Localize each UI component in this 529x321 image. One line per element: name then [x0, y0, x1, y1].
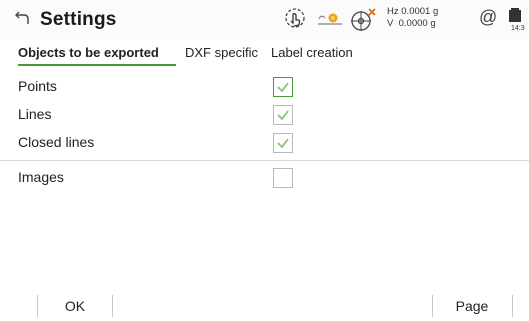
angle-readout: Hz 0.0001 g V 0.0000 g — [387, 6, 438, 30]
softkey-separator — [512, 295, 513, 317]
active-tab-indicator — [18, 64, 176, 66]
option-label-lines: Lines — [18, 106, 52, 122]
v-label: V — [387, 18, 394, 29]
tab-bar: Objects to be exported DXF specific Labe… — [0, 44, 529, 66]
option-label-images: Images — [18, 169, 64, 185]
title-bar: Settings Hz 0.0001 g V 0.0000 g @ 14:3 — [0, 0, 529, 40]
divider — [0, 160, 529, 161]
v-value: 0.0000 g — [398, 18, 436, 29]
softkey-bar: OK Page — [0, 291, 529, 321]
target-icon[interactable] — [348, 6, 378, 34]
back-arrow-icon[interactable] — [14, 9, 32, 27]
option-label-points: Points — [18, 78, 57, 94]
option-label-closed-lines: Closed lines — [18, 134, 95, 150]
closed-lines-checkbox[interactable] — [273, 133, 293, 153]
points-checkbox[interactable] — [273, 77, 293, 97]
touch-icon[interactable] — [283, 6, 307, 32]
tab-objects-to-be-exported[interactable]: Objects to be exported — [18, 44, 159, 62]
checkmark-icon — [277, 110, 289, 121]
checkmark-icon — [277, 138, 289, 149]
hz-label: Hz — [387, 6, 399, 17]
ok-button[interactable]: OK — [38, 291, 112, 321]
prism-icon[interactable] — [316, 6, 344, 32]
at-icon[interactable]: @ — [479, 7, 497, 28]
checkmark-icon — [277, 82, 289, 93]
lines-checkbox[interactable] — [273, 105, 293, 125]
option-row-lines: Lines — [0, 102, 529, 130]
page-title: Settings — [40, 9, 117, 30]
clock: 14:3 — [511, 25, 525, 32]
option-row-points: Points — [0, 74, 529, 102]
tab-dxf-specific[interactable]: DXF specific — [185, 44, 258, 62]
option-row-images: Images — [0, 165, 529, 193]
hz-value: 0.0001 g — [401, 6, 439, 17]
battery-icon — [509, 8, 521, 22]
softkey-separator — [112, 295, 113, 317]
images-checkbox[interactable] — [273, 168, 293, 188]
tab-label-creation[interactable]: Label creation — [271, 44, 353, 62]
page-button[interactable]: Page — [433, 291, 511, 321]
option-row-closed-lines: Closed lines — [0, 130, 529, 158]
